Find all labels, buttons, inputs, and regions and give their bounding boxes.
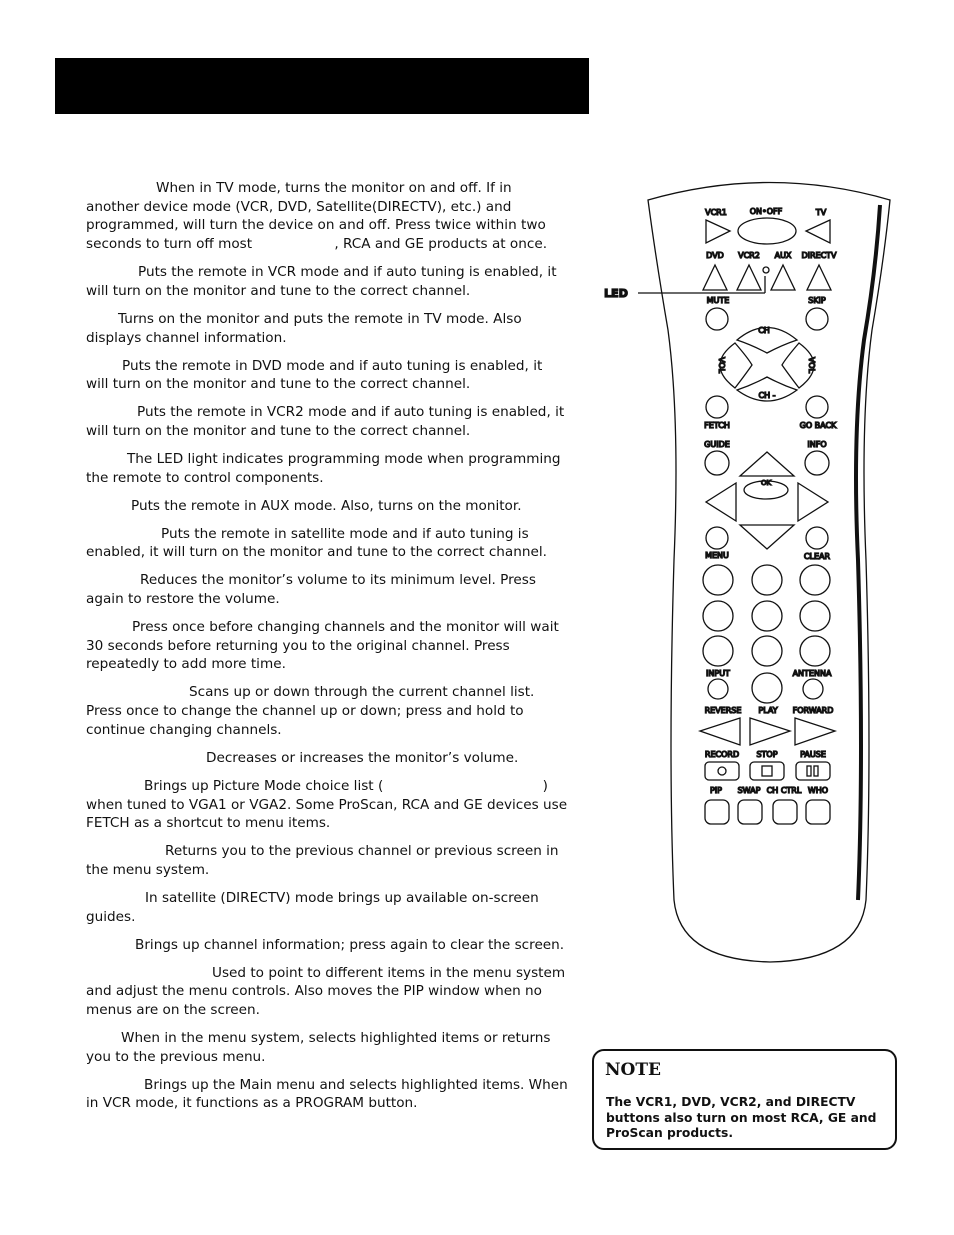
play-label: PLAY [758, 706, 777, 715]
note-box: NOTE The VCR1, DVD, VCR2, and DIRECTV bu… [592, 1049, 897, 1150]
led-callout-label: LED [604, 287, 628, 300]
who-label: WHO [808, 786, 828, 795]
on-off-label: ON•OFF [750, 207, 783, 216]
directv-label: DIRECTV [801, 251, 837, 260]
stop-label: STOP [756, 750, 777, 759]
vol-right-label: VOL [807, 357, 816, 374]
ch-up-label: CH [758, 326, 770, 335]
input-label: INPUT [706, 669, 730, 678]
ch-down-label: CH - [758, 391, 775, 400]
record-label: RECORD [705, 750, 739, 759]
clear-label: CLEAR [804, 552, 831, 561]
pause-label: PAUSE [800, 750, 826, 759]
ok-label: OK [761, 479, 772, 487]
vcr2-label: VCR2 [738, 251, 760, 260]
pip-label: PIP [710, 786, 722, 795]
fetch-label: FETCH [704, 421, 730, 430]
antenna-label: ANTENNA [793, 669, 832, 678]
swap-label: SWAP [738, 786, 761, 795]
skip-label: SKIP [808, 296, 826, 305]
vcr1-label: VCR1 [705, 208, 727, 217]
note-title: NOTE [605, 1060, 661, 1080]
aux-label: AUX [775, 251, 792, 260]
ch-ctrl-label: CH CTRL [767, 786, 802, 795]
remote-outline [647, 181, 891, 963]
tv-label: TV [815, 208, 827, 217]
note-text: The VCR1, DVD, VCR2, and DIRECTV buttons… [606, 1095, 877, 1140]
menu-label: MENU [705, 551, 729, 560]
vol-left-label: VOL [717, 357, 726, 374]
info-label: INFO [807, 440, 826, 449]
dvd-label: DVD [706, 251, 724, 260]
guide-label: GUIDE [704, 440, 730, 449]
go-back-label: GO BACK [800, 421, 837, 430]
mute-label: MUTE [707, 296, 730, 305]
reverse-label: REVERSE [705, 706, 742, 715]
forward-label: FORWARD [793, 706, 834, 715]
